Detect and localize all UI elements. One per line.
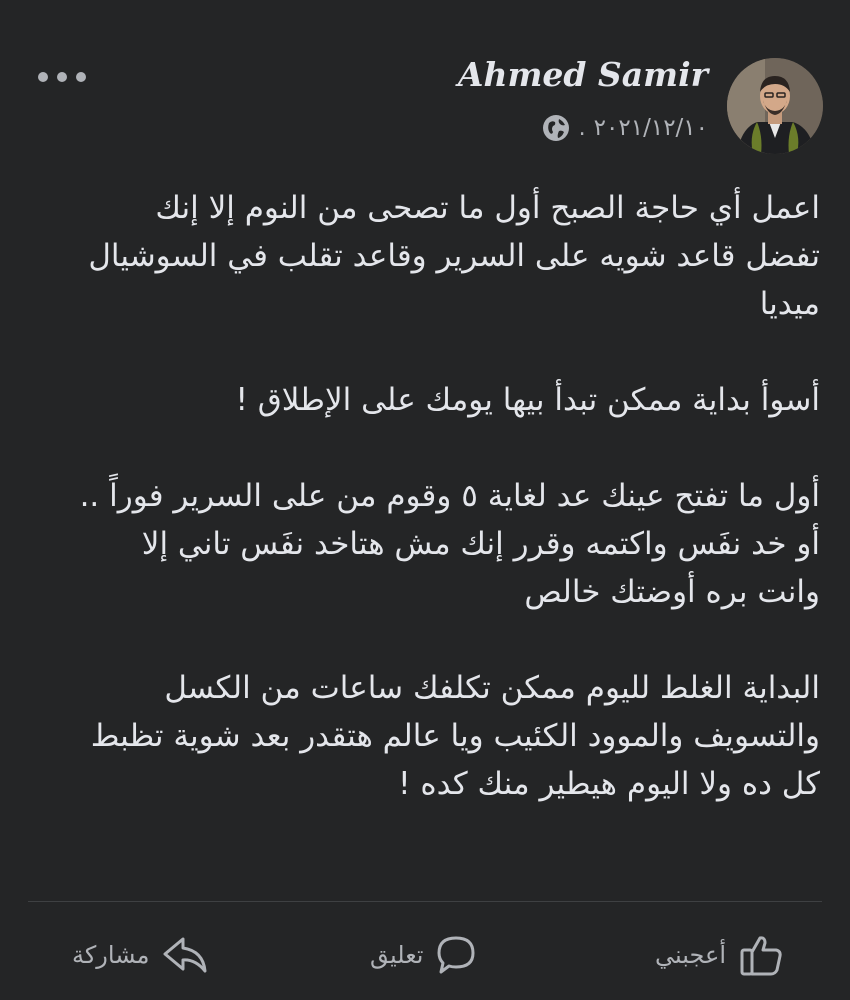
- author-name[interactable]: Ahmed Samir: [458, 55, 708, 94]
- globe-icon[interactable]: [541, 113, 571, 143]
- share-button[interactable]: مشاركة: [72, 920, 209, 990]
- avatar-photo-icon: [727, 58, 823, 154]
- comment-icon: [435, 934, 477, 976]
- comment-button[interactable]: تعليق: [370, 920, 477, 990]
- post-action-bar: مشاركة تعليق أعجبني: [0, 920, 850, 990]
- more-dot: [76, 72, 86, 82]
- more-dot: [38, 72, 48, 82]
- post-paragraph: البداية الغلط لليوم ممكن تكلفك ساعات من …: [90, 670, 820, 802]
- avatar[interactable]: [727, 58, 823, 154]
- share-label: مشاركة: [72, 941, 150, 969]
- like-button[interactable]: أعجبني: [655, 920, 784, 990]
- post-date[interactable]: ٢٠٢١/١٢/١٠: [594, 115, 708, 141]
- comment-label: تعليق: [370, 941, 424, 969]
- post-meta: . ٢٠٢١/١٢/١٠: [541, 113, 708, 143]
- like-label: أعجبني: [655, 941, 726, 969]
- post-paragraph: أول ما تفتح عينك عد لغاية ٥ وقوم من على …: [79, 478, 820, 610]
- post-text: اعمل أي حاجة الصبح أول ما تصحى من النوم …: [28, 184, 820, 808]
- post-paragraph: اعمل أي حاجة الصبح أول ما تصحى من النوم …: [88, 190, 820, 322]
- actions-divider: [28, 901, 822, 902]
- thumbs-up-icon: [738, 932, 784, 978]
- meta-separator: .: [578, 115, 586, 141]
- more-dot: [57, 72, 67, 82]
- post-paragraph: أسوأ بداية ممكن تبدأ بيها يومك على الإطل…: [235, 382, 820, 418]
- more-options-button[interactable]: [38, 60, 86, 94]
- share-icon: [161, 935, 209, 975]
